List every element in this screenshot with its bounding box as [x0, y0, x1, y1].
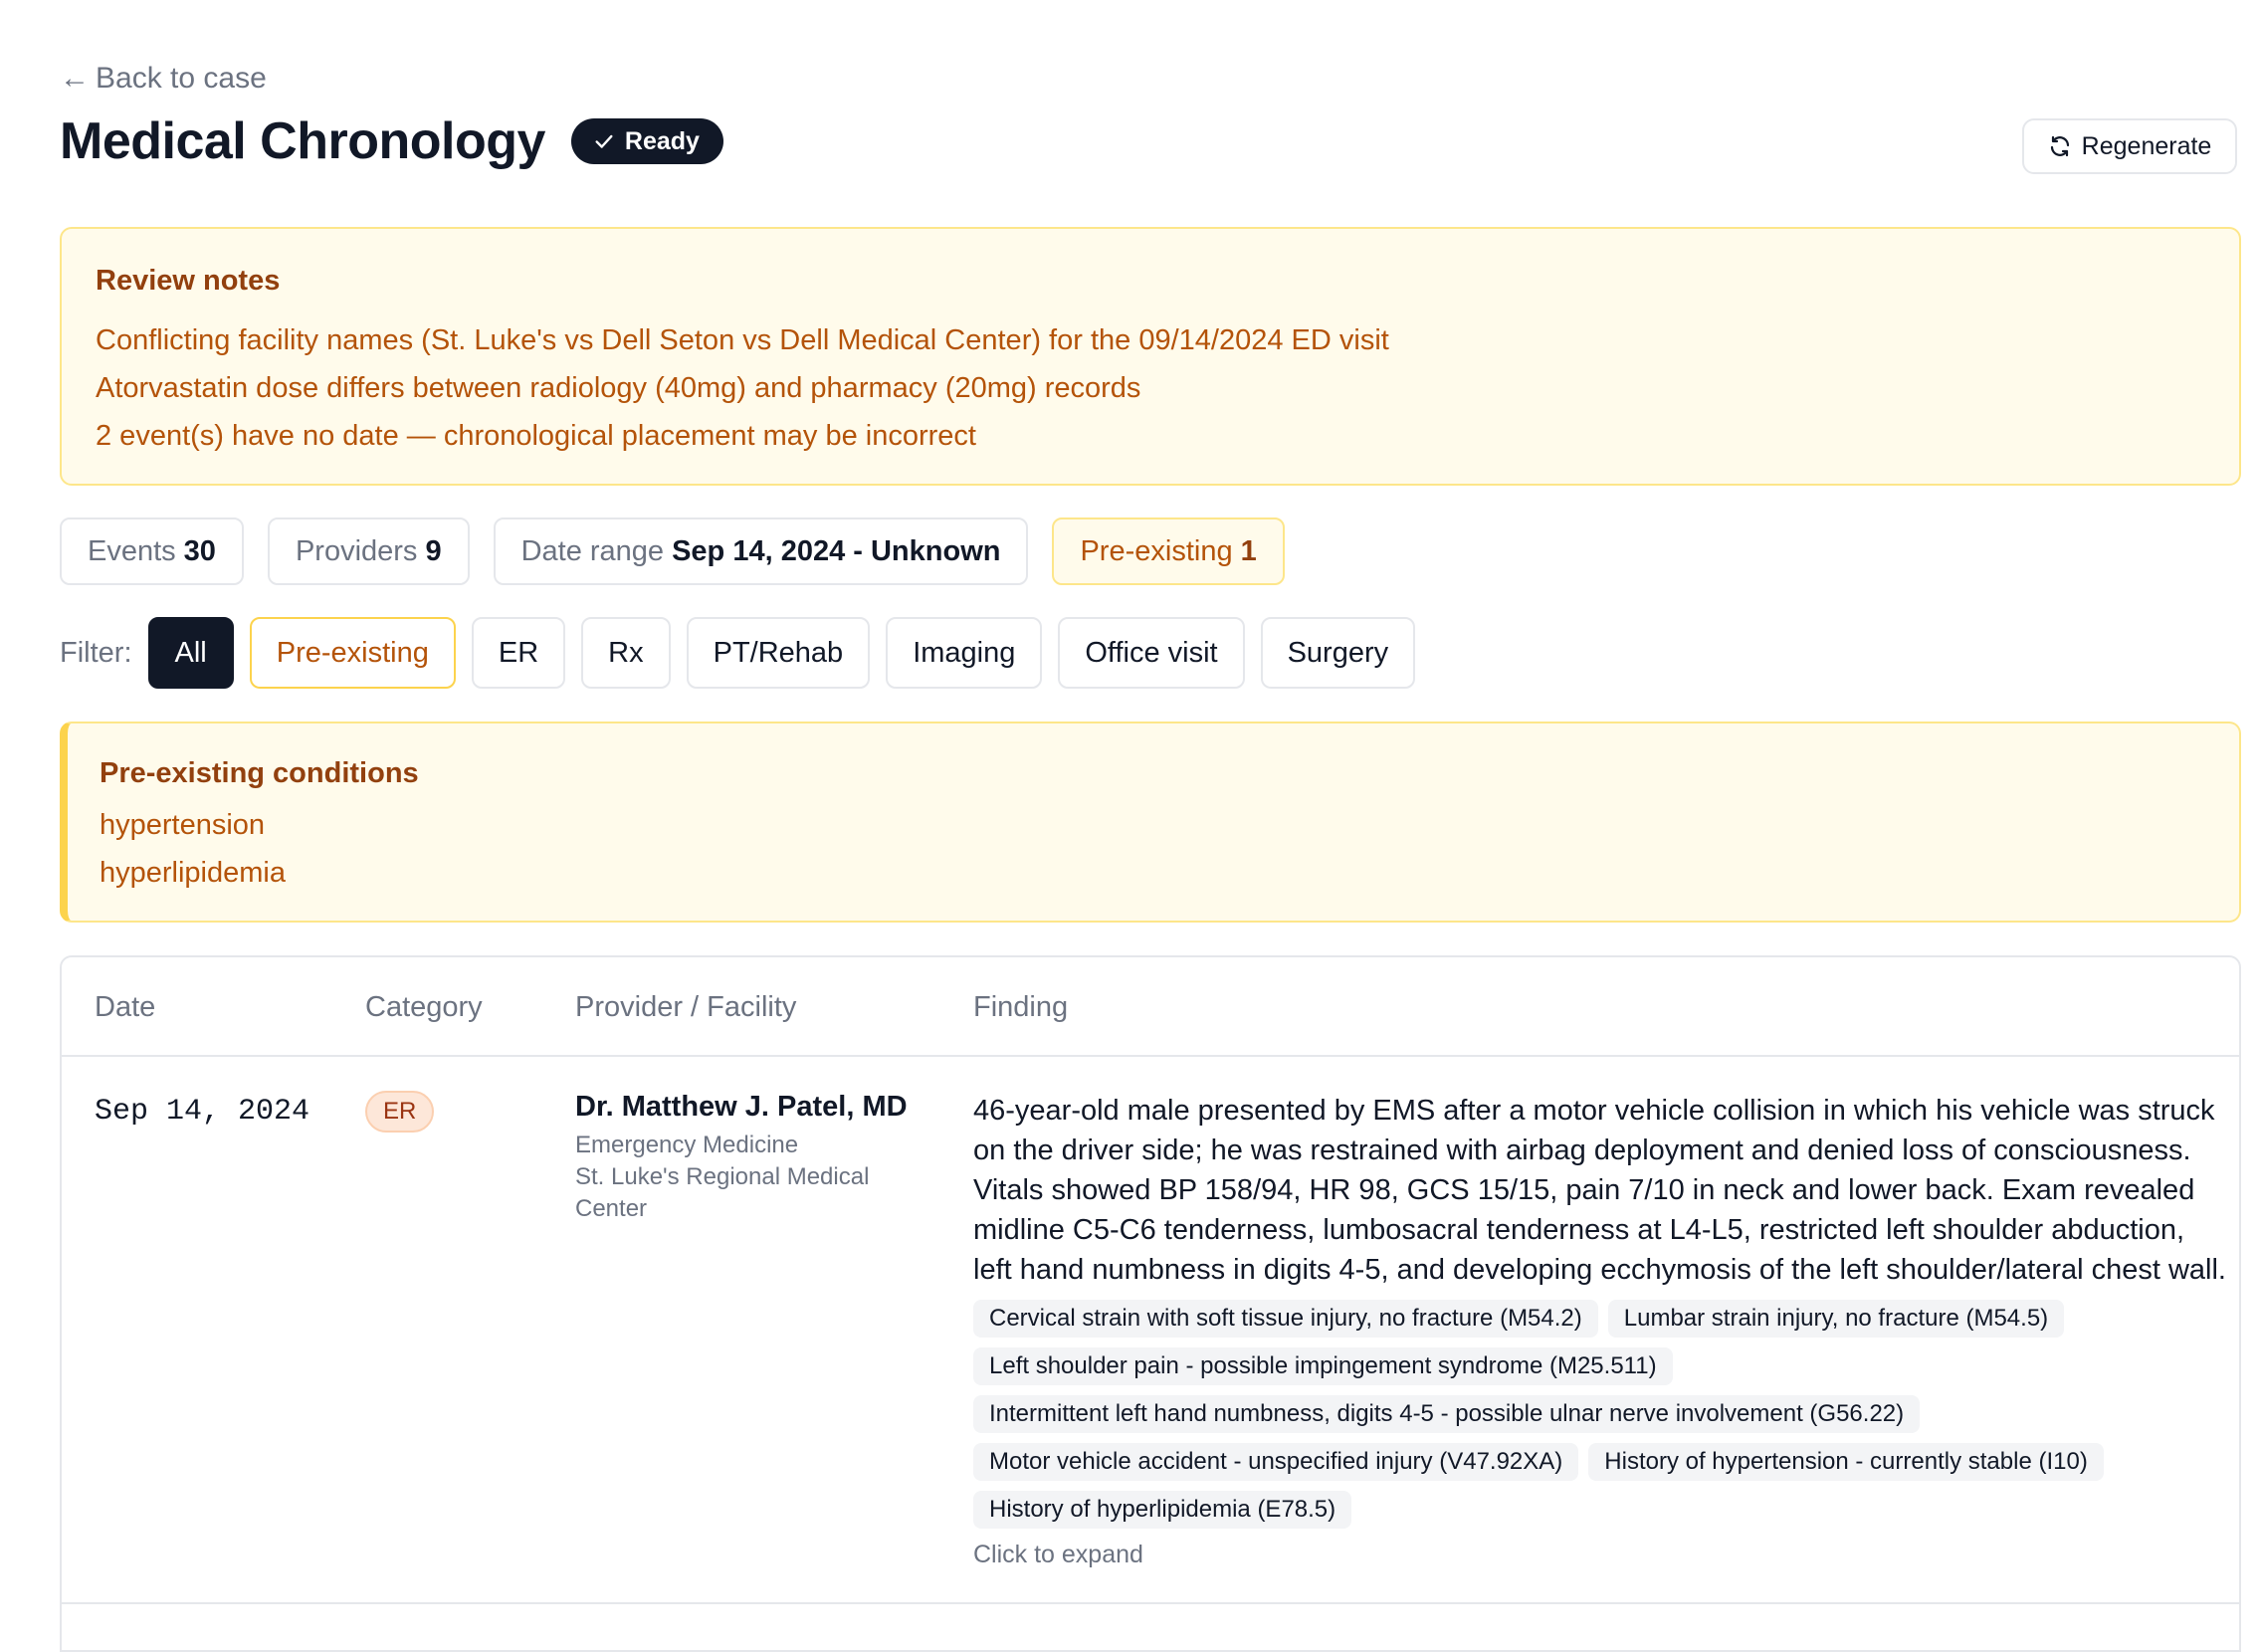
provider-name: Dr. Matthew J. Patel, MD — [575, 1091, 908, 1123]
facility-name: St. Luke's Regional Medical Center — [575, 1163, 870, 1222]
stats-bar: Events 30 Providers 9 Date range Sep 14,… — [60, 517, 1285, 585]
back-link-label: Back to case — [96, 62, 267, 95]
review-note: Conflicting facility names (St. Luke's v… — [96, 324, 1389, 356]
page-title: Medical Chronology — [60, 112, 545, 170]
status-badge: Ready — [570, 118, 723, 164]
review-note: 2 event(s) have no date — chronological … — [96, 420, 976, 452]
column-header-finding: Finding — [973, 991, 1069, 1023]
condition-item: hyperlipidemia — [100, 857, 286, 889]
stat-providers: Providers 9 — [267, 517, 470, 585]
regenerate-label: Regenerate — [2081, 131, 2212, 160]
condition-item: hypertension — [100, 809, 266, 841]
review-note: Atorvastatin dose differs between radiol… — [96, 372, 1141, 404]
filter-chip-pre-existing[interactable]: Pre-existing — [249, 617, 456, 689]
provider-cell: Dr. Matthew J. Patel, MD Emergency Medic… — [575, 1091, 933, 1225]
pre-existing-heading: Pre-existing conditions — [100, 757, 419, 789]
provider-specialty: Emergency Medicine — [575, 1132, 799, 1158]
category-badge: ER — [365, 1091, 435, 1133]
table-header: Date Category Provider / Facility Findin… — [62, 957, 2239, 1057]
filter-chip-surgery[interactable]: Surgery — [1260, 617, 1416, 689]
filter-bar: Filter: All Pre-existing ER Rx PT/Rehab … — [60, 617, 1416, 689]
filter-chip-office-visit[interactable]: Office visit — [1058, 617, 1245, 689]
filter-chip-pt-rehab[interactable]: PT/Rehab — [686, 617, 871, 689]
diagnosis-tag: History of hyperlipidemia (E78.5) — [973, 1491, 1352, 1529]
filter-chip-rx[interactable]: Rx — [581, 617, 671, 689]
diagnosis-tag: Motor vehicle accident - unspecified inj… — [973, 1443, 1579, 1481]
diagnosis-tag: Cervical strain with soft tissue injury,… — [973, 1300, 1598, 1338]
chronology-table: Date Category Provider / Facility Findin… — [60, 955, 2241, 1652]
status-badge-label: Ready — [624, 126, 700, 155]
event-date: Sep 14, 2024 — [95, 1095, 310, 1129]
back-to-case-link[interactable]: ← Back to case — [60, 62, 267, 96]
expand-row-link[interactable]: Click to expand — [973, 1541, 2227, 1569]
review-notes-panel: Review notes Conflicting facility names … — [60, 227, 2241, 486]
diagnosis-tag: Lumbar strain injury, no fracture (M54.5… — [1607, 1300, 2065, 1338]
finding-cell: 46-year-old male presented by EMS after … — [973, 1091, 2227, 1569]
stat-pre-existing-label: Pre-existing — [1080, 534, 1233, 567]
title-row: Medical Chronology Ready — [60, 111, 723, 171]
finding-text: 46-year-old male presented by EMS after … — [973, 1095, 2226, 1286]
stat-date-range-label: Date range — [520, 534, 665, 567]
diagnosis-tag: History of hypertension - currently stab… — [1588, 1443, 2104, 1481]
review-notes-heading: Review notes — [96, 265, 281, 297]
check-icon — [595, 134, 613, 148]
column-header-category: Category — [365, 991, 483, 1023]
pre-existing-conditions-panel: Pre-existing conditions hypertension hyp… — [60, 722, 2241, 923]
medical-chronology-page: ← Back to case Medical Chronology Ready … — [0, 0, 2259, 1652]
diagnosis-tag: Left shoulder pain - possible impingemen… — [973, 1347, 1673, 1385]
stat-events: Events 30 — [60, 517, 244, 585]
regenerate-button[interactable]: Regenerate — [2022, 118, 2237, 174]
filter-chip-all[interactable]: All — [147, 617, 234, 689]
diagnosis-tags: Cervical strain with soft tissue injury,… — [973, 1300, 2227, 1529]
filter-chip-er[interactable]: ER — [471, 617, 566, 689]
stat-providers-value: 9 — [425, 534, 442, 567]
stat-events-label: Events — [88, 534, 176, 567]
stat-providers-label: Providers — [295, 534, 418, 567]
stat-events-value: 30 — [183, 534, 216, 567]
arrow-left-icon: ← — [60, 62, 90, 95]
column-header-date: Date — [95, 991, 156, 1023]
column-header-provider: Provider / Facility — [575, 991, 797, 1023]
table-row[interactable]: Sep 14, 2024 ER Dr. Matthew J. Patel, MD… — [62, 1055, 2239, 1604]
stat-date-range-value: Sep 14, 2024 - Unknown — [672, 534, 1001, 567]
stat-pre-existing-value: 1 — [1240, 534, 1257, 567]
refresh-icon — [2050, 135, 2069, 157]
stat-pre-existing: Pre-existing 1 — [1052, 517, 1285, 585]
filter-label: Filter: — [60, 636, 132, 669]
filter-chip-imaging[interactable]: Imaging — [886, 617, 1043, 689]
stat-date-range: Date range Sep 14, 2024 - Unknown — [493, 517, 1029, 585]
diagnosis-tag: Intermittent left hand numbness, digits … — [973, 1395, 1921, 1433]
